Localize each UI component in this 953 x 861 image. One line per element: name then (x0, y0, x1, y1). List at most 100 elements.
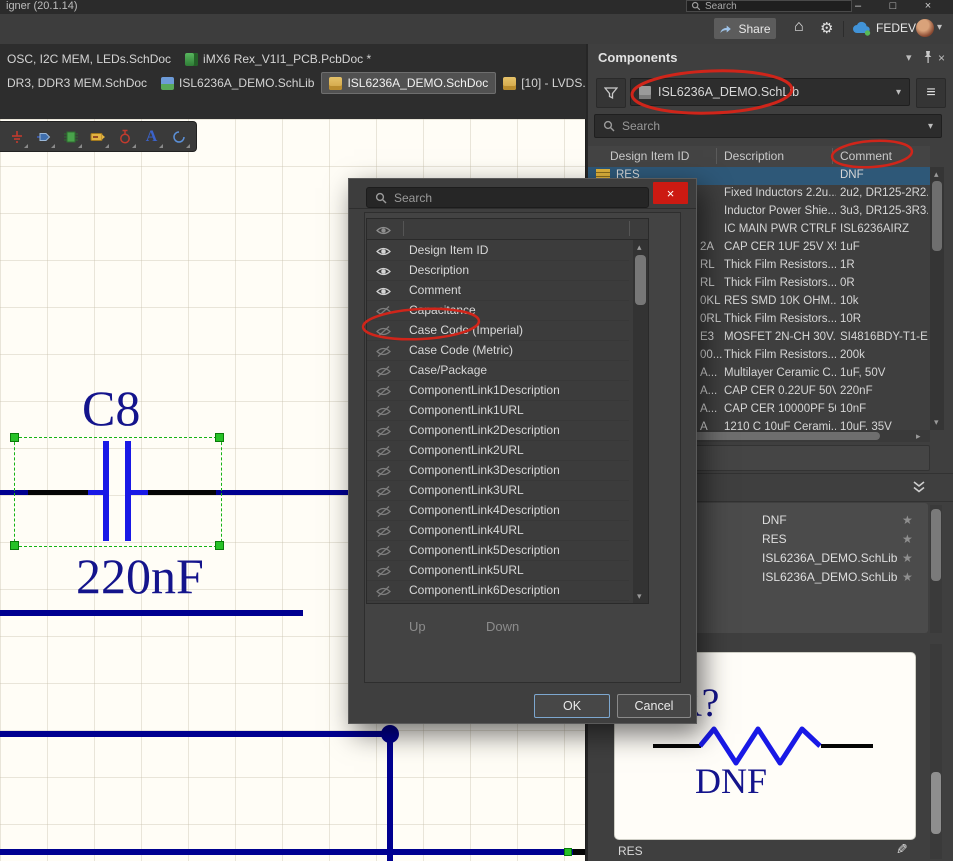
scroll-up-icon[interactable]: ▴ (637, 243, 642, 252)
favorite-label: ISL6236A_DEMO.SchLib (762, 570, 897, 584)
column-visibility-row[interactable]: ComponentLink3URL (367, 480, 629, 501)
pin-stub (573, 849, 585, 855)
wire-segment[interactable] (0, 731, 393, 737)
panel-dropdown-icon[interactable]: ▾ (906, 51, 912, 64)
column-visibility-row[interactable]: ComponentLink3Description (367, 460, 629, 481)
column-visibility-row[interactable]: ComponentLink2Description (367, 420, 629, 441)
column-visibility-row[interactable]: Case Code (Imperial) (367, 320, 629, 341)
tab-osc-i2c-mem-leds-schdoc[interactable]: OSC, I2C MEM, LEDs.SchDoc (0, 49, 178, 69)
column-name-label: ComponentLink5URL (409, 563, 524, 577)
selection-handle[interactable] (215, 541, 224, 550)
pin-panel-icon[interactable] (922, 50, 934, 64)
column-visibility-row[interactable]: ComponentLink4URL (367, 520, 629, 541)
scroll-down-icon[interactable]: ▾ (934, 418, 939, 427)
column-header-comment[interactable]: Comment (840, 149, 892, 163)
column-visibility-row[interactable]: Comment (367, 280, 629, 301)
move-up-button[interactable]: Up (409, 619, 426, 634)
cell-description: Fixed Inductors 2.2u... (724, 187, 836, 199)
column-visibility-row[interactable]: ComponentLink1URL (367, 400, 629, 421)
selection-handle[interactable] (215, 433, 224, 442)
column-visibility-row[interactable]: ComponentLink5Description (367, 540, 629, 561)
favorites-scrollbar[interactable] (930, 505, 942, 633)
column-visibility-row[interactable]: ComponentLink2URL (367, 440, 629, 461)
tab-isl6236a-demo-schdoc[interactable]: ISL6236A_DEMO.SchDoc (321, 72, 496, 94)
cell-design-item-id: 2A (700, 241, 714, 253)
panel-menu-button[interactable]: ≡ (916, 78, 946, 108)
place-net-label-icon[interactable] (84, 124, 111, 150)
column-visibility-row[interactable] (367, 600, 629, 604)
ok-button[interactable]: OK (534, 694, 610, 718)
tab-isl6236a-demo-schlib[interactable]: ISL6236A_DEMO.SchLib (154, 73, 321, 93)
avatar[interactable] (916, 19, 934, 37)
column-visibility-row[interactable]: ComponentLink6Description (367, 580, 629, 601)
tab-dr3-ddr3-mem-schdoc[interactable]: DR3, DDR3 MEM.SchDoc (0, 73, 154, 93)
dialog-columns-list: ▴ ▾ Design Item IDDescriptionComment Capa… (366, 218, 649, 604)
place-gnd-port-icon[interactable] (3, 124, 30, 150)
column-name-label: Case/Package (409, 363, 487, 377)
close-window-button[interactable]: × (915, 0, 941, 13)
dialog-list-scrollbar[interactable]: ▴ ▾ (633, 240, 648, 604)
star-icon[interactable]: ★ (902, 551, 913, 565)
gear-icon[interactable]: ⚙ (820, 19, 833, 37)
component-value[interactable]: 220nF (76, 551, 204, 601)
minimize-button[interactable]: – (845, 0, 871, 13)
scroll-right-icon[interactable]: ▸ (916, 432, 921, 441)
place-port-icon[interactable] (30, 124, 57, 150)
column-header-design-item-id[interactable]: Design Item ID (610, 149, 689, 163)
toolbar-divider (843, 21, 844, 37)
library-file-icon (639, 86, 651, 99)
table-vertical-scrollbar[interactable]: ▴ ▾ (930, 167, 944, 430)
column-header-description[interactable]: Description (724, 149, 784, 163)
place-power-port-icon[interactable] (111, 124, 138, 150)
dialog-search-placeholder: Search (394, 191, 432, 205)
column-visibility-row[interactable]: ComponentLink4Description (367, 500, 629, 521)
column-visibility-row[interactable]: ComponentLink1Description (367, 380, 629, 401)
place-part-icon[interactable] (57, 124, 84, 150)
dialog-search-input[interactable]: Search (366, 187, 649, 208)
column-visibility-row[interactable]: Case Code (Metric) (367, 340, 629, 361)
cell-comment: 10R (840, 313, 928, 325)
selection-handle[interactable] (10, 433, 19, 442)
restore-button[interactable]: □ (880, 0, 906, 13)
cell-description: Thick Film Resistors... (724, 313, 836, 325)
scroll-down-icon[interactable]: ▾ (637, 592, 642, 601)
dialog-close-button[interactable]: × (653, 182, 688, 204)
star-icon[interactable]: ★ (902, 532, 913, 546)
close-panel-icon[interactable]: × (938, 51, 945, 65)
components-search-input[interactable]: Search ▾ (594, 114, 942, 138)
wire-segment[interactable] (0, 610, 303, 616)
place-text-icon[interactable]: A (138, 124, 165, 150)
move-down-button[interactable]: Down (486, 619, 519, 634)
wire-segment[interactable] (216, 490, 348, 495)
component-designator[interactable]: C8 (82, 383, 140, 433)
panel-title: Components (598, 50, 677, 65)
tab-imx6-rex-v1i1-pcb-pcbdoc-[interactable]: iMX6 Rex_V1I1_PCB.PcbDoc * (178, 49, 378, 69)
edit-pencil-icon[interactable]: ✎ (896, 841, 908, 858)
avatar-caret-icon[interactable]: ▾ (937, 22, 942, 33)
column-name-label: Capacitance (409, 303, 476, 317)
search-icon (375, 192, 387, 204)
column-visibility-row[interactable]: Design Item ID (367, 240, 629, 261)
library-selector[interactable]: ISL6236A_DEMO.SchLib ▾ (630, 78, 910, 106)
home-icon[interactable]: ⌂ (794, 18, 804, 36)
wire-segment-vertical[interactable] (387, 733, 393, 861)
filter-button[interactable] (596, 78, 626, 108)
tab-row-1: OSC, I2C MEM, LEDs.SchDociMX6 Rex_V1I1_P… (0, 47, 586, 71)
column-visibility-row[interactable]: Description (367, 260, 629, 281)
selection-handle[interactable] (10, 541, 19, 550)
double-chevron-down-icon[interactable] (912, 481, 926, 494)
cloud-account-icon[interactable] (852, 21, 872, 37)
scroll-up-icon[interactable]: ▴ (934, 170, 939, 179)
star-icon[interactable]: ★ (902, 570, 913, 584)
wire-segment[interactable] (0, 849, 573, 855)
star-icon[interactable]: ★ (902, 513, 913, 527)
global-search-input[interactable]: Search (686, 0, 852, 12)
share-button[interactable]: Share (714, 18, 776, 39)
place-arc-icon[interactable] (165, 124, 192, 150)
cell-comment: 2u2, DR125-2R2... (840, 187, 928, 199)
cancel-button[interactable]: Cancel (617, 694, 691, 718)
column-visibility-row[interactable]: Case/Package (367, 360, 629, 381)
column-visibility-row[interactable]: ComponentLink5URL (367, 560, 629, 581)
column-visibility-row[interactable]: Capacitance (367, 300, 629, 321)
panel-scrollbar[interactable] (930, 644, 942, 859)
